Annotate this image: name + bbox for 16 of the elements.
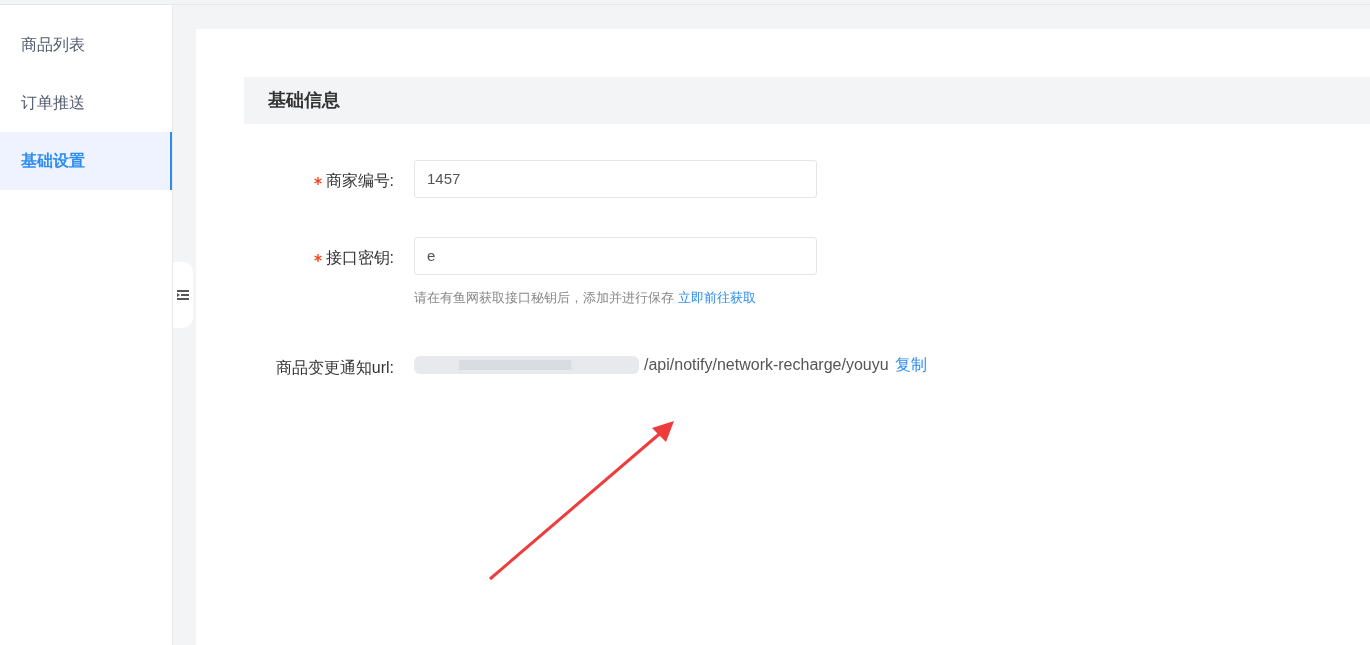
input-field[interactable]: e xyxy=(414,237,817,275)
field-value: 1457 xyxy=(427,168,461,189)
sidebar-item[interactable]: 订单推送 xyxy=(0,74,172,132)
get-key-link[interactable]: 立即前往获取 xyxy=(678,288,756,308)
field-label: 商品变更通知url: xyxy=(275,357,394,378)
field-value: e xyxy=(427,245,436,266)
menu-icon xyxy=(177,290,189,300)
field-label: 接口密钥: xyxy=(325,248,394,268)
input-field[interactable]: 1457 xyxy=(414,160,817,198)
field-label: 商家编号: xyxy=(325,171,394,191)
url-text: /api/notify/network-recharge/youyu xyxy=(644,354,889,375)
hint-text: 请在有鱼网获取接口秘钥后，添加并进行保存 xyxy=(414,289,674,307)
copy-link[interactable]: 复制 xyxy=(894,352,927,377)
sidebar-item[interactable]: 商品列表 xyxy=(0,16,172,74)
section-title: 基础信息 xyxy=(268,89,340,112)
collapse-tab[interactable] xyxy=(173,262,193,328)
